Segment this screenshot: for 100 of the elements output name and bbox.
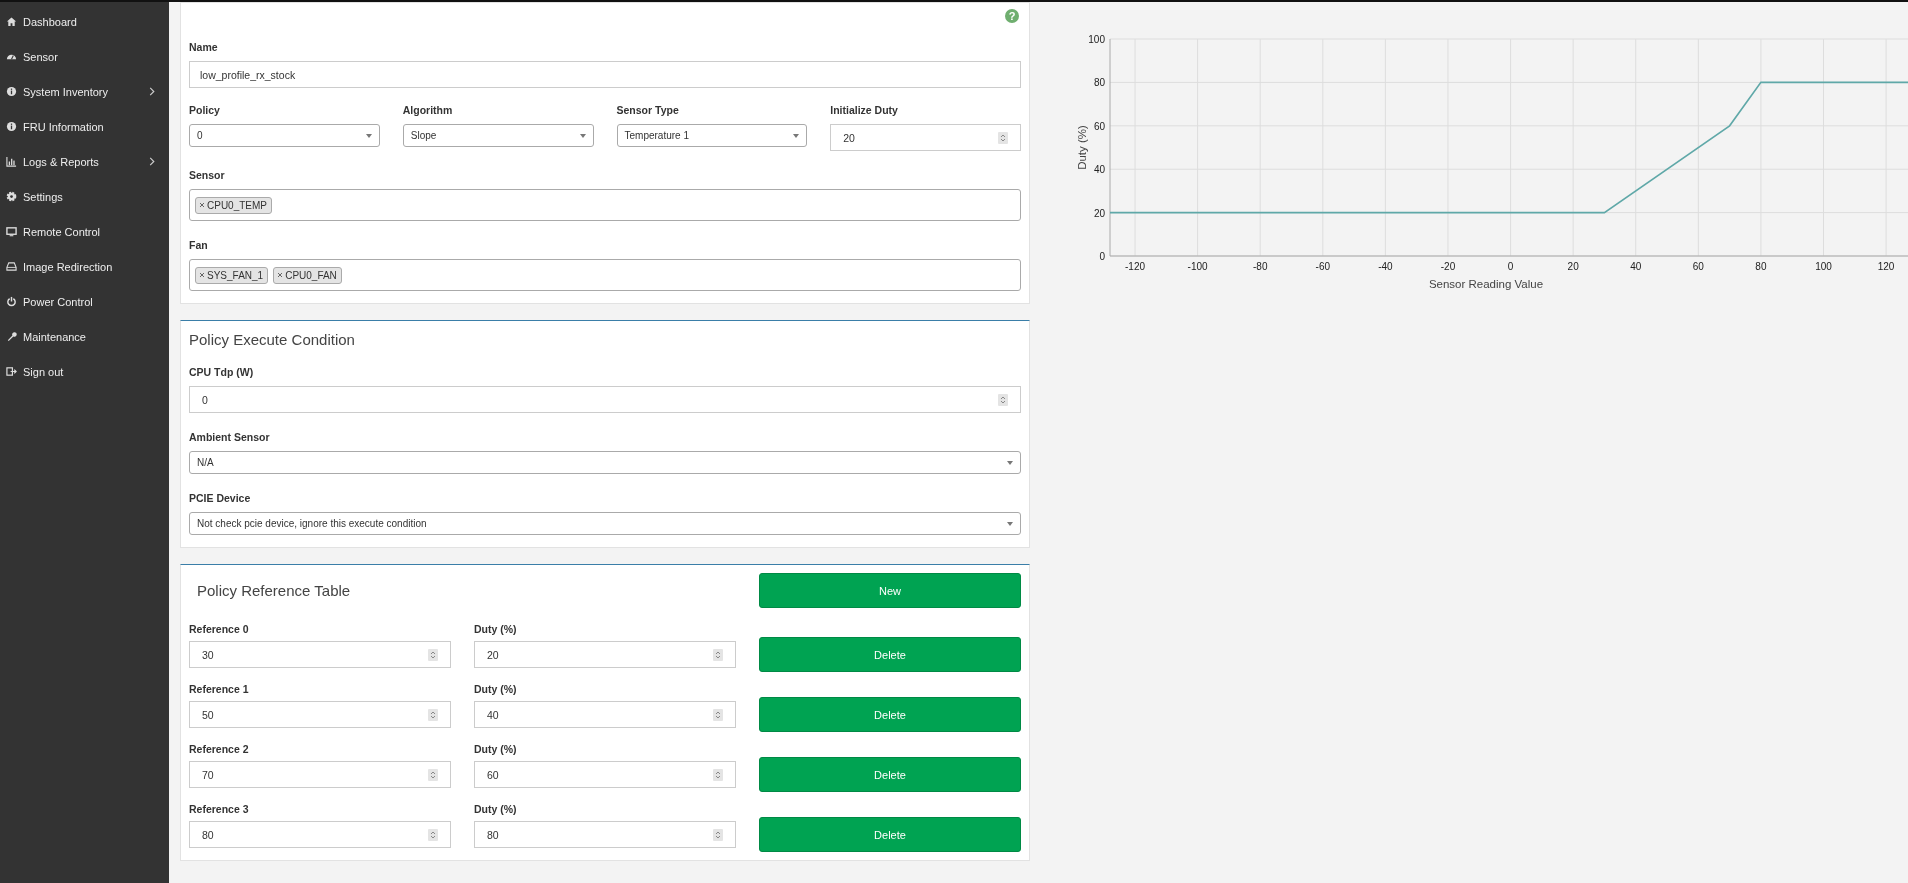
field-label: Reference 2 bbox=[189, 743, 250, 755]
remove-icon[interactable] bbox=[199, 202, 205, 208]
nav-item[interactable]: Remote Control bbox=[0, 214, 169, 249]
tick-label: 20 bbox=[1093, 207, 1105, 219]
chevron-right-icon bbox=[149, 157, 155, 166]
nav-item[interactable]: Sensor bbox=[0, 39, 169, 74]
nav-item[interactable]: Maintenance bbox=[0, 319, 169, 354]
tick-label: 60 bbox=[1692, 261, 1704, 272]
tag-input[interactable]: CPU0_TEMP bbox=[189, 189, 1021, 221]
select-field[interactable]: 0 bbox=[189, 124, 380, 147]
info-icon bbox=[6, 86, 17, 97]
tick-label: 60 bbox=[1093, 120, 1105, 132]
remove-icon[interactable] bbox=[277, 272, 284, 278]
tick-label: -60 bbox=[1315, 261, 1331, 272]
spinner-icon bbox=[713, 648, 723, 661]
caret-icon bbox=[1007, 521, 1013, 526]
caret-icon bbox=[579, 133, 586, 138]
x-axis-label: Sensor Reading Value bbox=[1428, 278, 1544, 290]
number-input[interactable]: 20 bbox=[830, 124, 1021, 151]
field-label: Reference 0 bbox=[189, 623, 250, 635]
sign-out-icon bbox=[6, 366, 17, 377]
power-icon bbox=[6, 296, 17, 307]
nav-item[interactable]: Sign out bbox=[0, 354, 169, 389]
nav-item[interactable]: Settings bbox=[0, 179, 169, 214]
tick-label: -100 bbox=[1187, 261, 1208, 272]
field-label: PCIE Device bbox=[189, 492, 252, 504]
select-field[interactable]: N/A bbox=[189, 451, 1021, 474]
field-label: Ambient Sensor bbox=[189, 431, 271, 443]
number-input[interactable]: 0 bbox=[189, 386, 1021, 413]
field-label: Policy bbox=[189, 104, 221, 116]
spinner-icon bbox=[428, 768, 438, 781]
spinner-icon bbox=[713, 828, 723, 841]
number-input[interactable]: 80 bbox=[189, 821, 451, 848]
field-label: Sensor Type bbox=[616, 104, 680, 116]
caret-icon bbox=[793, 133, 800, 138]
nav-item[interactable]: Image Redirection bbox=[0, 249, 169, 284]
field-label: Reference 1 bbox=[189, 683, 250, 695]
tick-label: 120 bbox=[1877, 261, 1895, 272]
section-title: Policy Execute Condition bbox=[189, 331, 356, 348]
tick-label: -80 bbox=[1253, 261, 1268, 272]
select-field[interactable]: Slope bbox=[402, 124, 594, 147]
tick-label: 80 bbox=[1755, 261, 1767, 272]
spinner-icon bbox=[713, 768, 723, 781]
home-icon bbox=[6, 16, 17, 27]
gear-icon bbox=[6, 191, 17, 202]
field-label: Duty (%) bbox=[474, 683, 518, 695]
caret-icon bbox=[365, 133, 372, 138]
field-label: Duty (%) bbox=[474, 803, 518, 815]
spinner-icon bbox=[428, 828, 438, 841]
select-field[interactable]: Not check pcie device, ignore this execute condition bbox=[189, 512, 1021, 535]
tag-chip[interactable]: CPU0_TEMP bbox=[195, 196, 272, 214]
tick-label: 80 bbox=[1093, 77, 1105, 89]
tick-label: 100 bbox=[1815, 261, 1832, 272]
field-label: Reference 3 bbox=[189, 803, 250, 815]
number-input[interactable]: 50 bbox=[189, 701, 451, 728]
info-icon bbox=[6, 121, 17, 132]
field-label: CPU Tdp (W) bbox=[189, 366, 255, 378]
field-label: Duty (%) bbox=[474, 623, 518, 635]
name-input[interactable]: low_profile_rx_stock bbox=[189, 61, 1021, 88]
number-input[interactable]: 30 bbox=[189, 641, 451, 668]
field-label: Duty (%) bbox=[474, 743, 518, 755]
spinner-icon bbox=[998, 393, 1008, 406]
y-axis-label: Duty (%) bbox=[1076, 125, 1088, 170]
spinner-icon bbox=[428, 708, 438, 721]
tick-label: 100 bbox=[1088, 34, 1105, 45]
monitor-icon bbox=[6, 226, 17, 237]
spinner-icon bbox=[998, 131, 1008, 144]
number-input[interactable]: 60 bbox=[474, 761, 736, 788]
nav-item[interactable]: FRU Information bbox=[0, 109, 169, 144]
nav-item[interactable]: Dashboard bbox=[0, 4, 169, 39]
field-label: Algorithm bbox=[402, 104, 454, 116]
field-label: Fan bbox=[189, 239, 209, 251]
spinner-icon bbox=[428, 648, 438, 661]
number-input[interactable]: 20 bbox=[474, 641, 736, 668]
nav-item[interactable]: System Inventory bbox=[0, 74, 169, 109]
tick-label: 0 bbox=[1099, 251, 1105, 262]
nav-item[interactable]: Logs & Reports bbox=[0, 144, 169, 179]
number-input[interactable]: 80 bbox=[474, 821, 736, 848]
bar-chart-icon bbox=[6, 156, 17, 167]
number-input[interactable]: 40 bbox=[474, 701, 736, 728]
nav-item[interactable]: Power Control bbox=[0, 284, 169, 319]
section-title: Policy Reference Table bbox=[197, 582, 351, 599]
select-field[interactable]: Temperature 1 bbox=[616, 124, 808, 147]
tick-label: 20 bbox=[1567, 261, 1579, 272]
tick-label: -120 bbox=[1125, 261, 1146, 272]
drive-icon bbox=[6, 261, 17, 272]
tag-chip[interactable]: CPU0_FAN bbox=[273, 266, 342, 284]
tag-chip[interactable]: SYS_FAN_1 bbox=[195, 266, 269, 284]
tick-label: 40 bbox=[1093, 164, 1105, 176]
number-input[interactable]: 70 bbox=[189, 761, 451, 788]
tick-label: -20 bbox=[1440, 261, 1456, 272]
tag-input[interactable]: SYS_FAN_1 CPU0_FAN bbox=[189, 259, 1021, 291]
chevron-right-icon bbox=[149, 87, 155, 96]
tick-label: -40 bbox=[1378, 261, 1393, 272]
field-label: Sensor bbox=[189, 169, 226, 181]
remove-icon[interactable] bbox=[199, 272, 205, 278]
field-label: Name bbox=[189, 41, 219, 53]
caret-icon bbox=[1007, 460, 1013, 465]
tick-label: 0 bbox=[1507, 261, 1514, 272]
spinner-icon bbox=[713, 708, 723, 721]
